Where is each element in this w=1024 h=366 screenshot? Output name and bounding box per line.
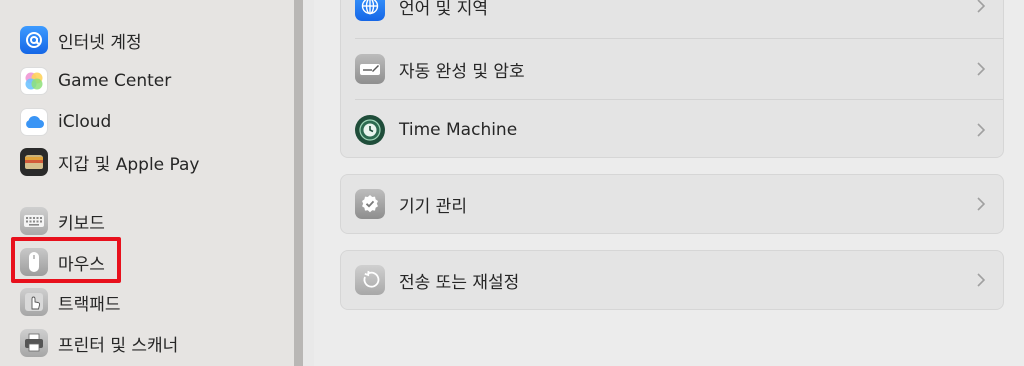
at-sign-icon [20, 26, 48, 54]
chevron-right-icon [973, 122, 989, 138]
trackpad-icon [20, 288, 48, 316]
row-label: 기기 관리 [399, 196, 467, 217]
sidebar-item-label: 지갑 및 Apple Pay [58, 154, 200, 175]
autofill-icon [355, 54, 385, 84]
row-time-machine[interactable]: Time Machine [341, 99, 1003, 161]
highlight-box [11, 237, 121, 283]
sidebar-item-label: iCloud [58, 112, 112, 132]
keyboard-icon [20, 207, 48, 235]
sidebar-item-label: 키보드 [58, 213, 105, 234]
gutter [303, 0, 314, 366]
row-label: 자동 완성 및 암호 [399, 61, 525, 82]
settings-group-general: 언어 및 지역 자동 완성 및 암호 Time Machine [340, 0, 1004, 158]
row-label: Time Machine [399, 120, 518, 140]
settings-group-reset: 전송 또는 재설정 [340, 250, 1004, 310]
globe-icon [355, 0, 385, 21]
row-language-region[interactable]: 언어 및 지역 [341, 0, 1003, 37]
chevron-right-icon [973, 196, 989, 212]
settings-group-device-management: 기기 관리 [340, 174, 1004, 234]
sidebar-item-internet-accounts[interactable]: 인터넷 계정 [20, 22, 280, 58]
game-center-icon [20, 67, 48, 95]
sidebar-divider[interactable] [294, 0, 303, 366]
row-label: 언어 및 지역 [399, 0, 489, 19]
time-machine-icon [355, 115, 385, 145]
device-management-icon [355, 189, 385, 219]
sidebar-item-label: Game Center [58, 71, 172, 91]
sidebar-item-wallet[interactable]: 지갑 및 Apple Pay [20, 144, 280, 180]
chevron-right-icon [973, 0, 989, 14]
row-device-management[interactable]: 기기 관리 [341, 174, 1003, 234]
row-autofill-passwords[interactable]: 자동 완성 및 암호 [341, 38, 1003, 100]
row-label: 전송 또는 재설정 [399, 272, 520, 293]
sidebar-item-game-center[interactable]: Game Center [20, 63, 280, 99]
wallet-icon [20, 148, 48, 176]
sidebar-item-label: 트랙패드 [58, 294, 121, 315]
cloud-icon [20, 108, 48, 136]
sidebar-item-label: 프린터 및 스캐너 [58, 335, 179, 356]
sidebar-item-label: 인터넷 계정 [58, 32, 142, 53]
row-transfer-reset[interactable]: 전송 또는 재설정 [341, 250, 1003, 310]
sidebar-item-printers[interactable]: 프린터 및 스캐너 [20, 325, 280, 361]
sidebar: 인터넷 계정 Game Center iCloud 지갑 및 Apple Pay… [0, 0, 294, 366]
printer-icon [20, 329, 48, 357]
sidebar-item-keyboard[interactable]: 키보드 [20, 203, 280, 239]
reset-icon [355, 265, 385, 295]
sidebar-item-icloud[interactable]: iCloud [20, 104, 280, 140]
chevron-right-icon [973, 61, 989, 77]
sidebar-item-trackpad[interactable]: 트랙패드 [20, 284, 280, 320]
chevron-right-icon [973, 272, 989, 288]
